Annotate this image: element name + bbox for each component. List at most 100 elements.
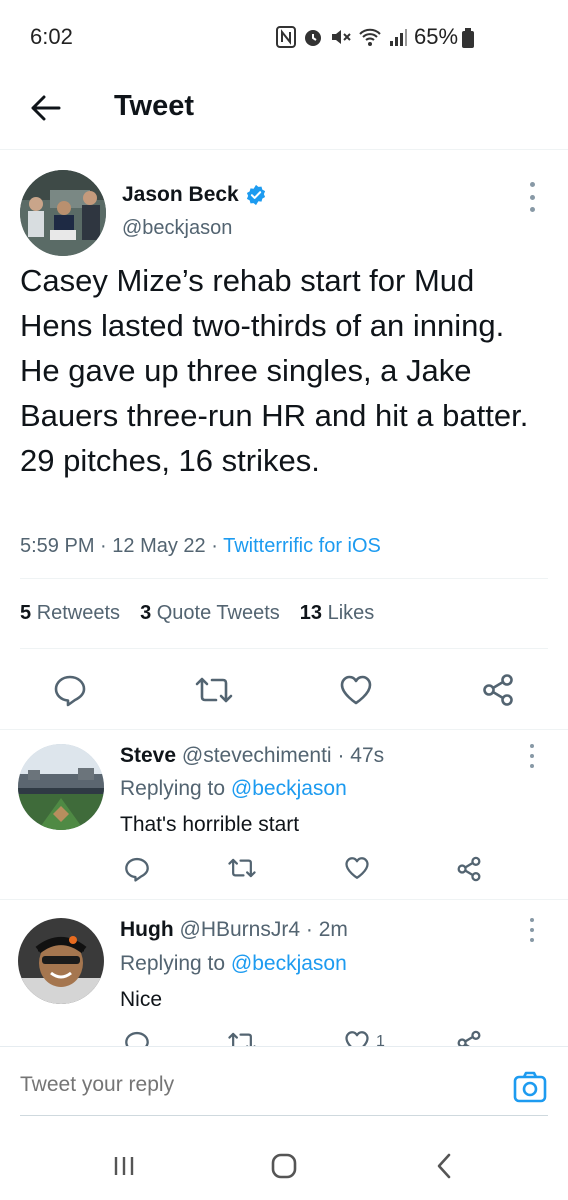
share-icon <box>483 674 513 706</box>
replying-to-handle[interactable]: @beckjason <box>231 952 347 975</box>
top-header: Tweet <box>0 70 568 150</box>
camera-button[interactable] <box>512 1069 548 1105</box>
reply-button[interactable] <box>124 1030 150 1046</box>
more-vertical-icon[interactable] <box>524 918 540 942</box>
author-name[interactable]: Jason Beck <box>122 183 267 207</box>
replying-to-prefix: Replying to <box>120 952 226 975</box>
share-icon <box>457 1030 481 1046</box>
retweet-button[interactable] <box>228 1030 256 1046</box>
main-tweet: Jason Beck @beckjason Casey Mize’s rehab… <box>0 150 568 730</box>
reply-author-name[interactable]: Steve <box>120 744 176 767</box>
heart-icon <box>340 675 372 705</box>
retweet-icon <box>228 858 256 878</box>
reply-avatar[interactable] <box>18 744 104 830</box>
status-time: 6:02 <box>30 24 73 49</box>
battery-icon <box>462 28 474 48</box>
more-vertical-icon[interactable] <box>524 744 540 768</box>
verified-badge-icon <box>246 184 265 206</box>
reply-icon <box>54 675 86 707</box>
reply-button[interactable] <box>48 668 92 712</box>
reply-composer <box>0 1046 568 1126</box>
composer-underline <box>20 1115 548 1116</box>
quotes-stat[interactable]: 3 Quote Tweets <box>140 602 280 625</box>
retweets-stat[interactable]: 5 Retweets <box>20 602 120 625</box>
share-button[interactable] <box>476 668 520 712</box>
retweet-icon <box>195 677 233 703</box>
page-title: Tweet <box>114 90 195 122</box>
quotes-count: 3 <box>140 602 152 624</box>
share-button[interactable] <box>456 1030 482 1046</box>
mute-icon <box>332 30 351 44</box>
like-button[interactable] <box>334 668 378 712</box>
tweet-meta: 5:59 PM · 12 May 22 · Twitterrific for i… <box>20 535 381 558</box>
tweet-date: 12 May 22 <box>112 535 206 557</box>
reply-avatar[interactable] <box>18 918 104 1004</box>
like-button[interactable] <box>344 856 376 880</box>
like-button[interactable]: 1 <box>344 1030 385 1046</box>
replying-to-handle[interactable]: @beckjason <box>231 777 347 800</box>
avatar-image <box>20 170 106 256</box>
reply-author-handle[interactable]: @HBurnsJr4 <box>180 918 301 941</box>
reply-action-bar <box>120 856 490 886</box>
share-icon <box>457 856 481 882</box>
home-icon <box>271 1153 297 1179</box>
retweet-button[interactable] <box>192 668 236 712</box>
system-nav-bar <box>0 1126 568 1200</box>
chevron-left-icon <box>437 1153 451 1179</box>
wifi-icon <box>359 28 381 46</box>
more-vertical-icon[interactable] <box>522 182 542 212</box>
alarm-icon <box>305 30 321 46</box>
reply-input[interactable] <box>20 1073 480 1097</box>
reply-button[interactable] <box>124 856 150 882</box>
likes-count: 13 <box>299 602 323 624</box>
retweet-icon <box>228 1032 256 1046</box>
status-icons <box>276 26 408 48</box>
likes-stat[interactable]: 13 Likes <box>300 602 375 625</box>
meta-separator: · <box>211 535 224 557</box>
retweet-button[interactable] <box>228 856 256 880</box>
reply-author-handle[interactable]: @stevechimenti <box>182 744 332 767</box>
meta-separator: · <box>100 535 113 557</box>
reply-text: Nice <box>120 988 163 1011</box>
arrow-left-icon <box>31 95 61 121</box>
retweets-label: Retweets <box>36 602 121 624</box>
replying-to: Replying to @beckjason <box>120 777 347 801</box>
like-count: 1 <box>376 1033 385 1046</box>
heart-icon <box>345 1031 369 1046</box>
heart-icon <box>345 857 369 879</box>
likes-label: Likes <box>327 602 375 624</box>
share-button[interactable] <box>456 856 482 882</box>
tweet-client-link[interactable]: Twitterrific for iOS <box>223 535 381 557</box>
author-avatar[interactable] <box>20 170 106 256</box>
tweet-action-bar <box>0 668 568 712</box>
recent-apps-button[interactable] <box>104 1146 144 1186</box>
replying-to: Replying to @beckjason <box>120 952 347 976</box>
home-button[interactable] <box>264 1146 304 1186</box>
author-handle[interactable]: @beckjason <box>122 217 232 240</box>
tweet-stats: 5 Retweets 3 Quote Tweets 13 Likes <box>20 602 374 625</box>
reply-age: 47s <box>350 744 385 767</box>
tweet-time: 5:59 PM <box>20 535 95 557</box>
quotes-label: Quote Tweets <box>156 602 280 624</box>
camera-icon <box>513 1071 547 1103</box>
divider <box>20 648 548 649</box>
system-back-button[interactable] <box>424 1146 464 1186</box>
tweet-text: Casey Mize’s rehab start for Mud Hens la… <box>20 263 529 478</box>
author-name-text: Jason Beck <box>122 183 239 206</box>
reply-age: 2m <box>318 918 348 941</box>
nfc-icon <box>276 26 296 48</box>
divider <box>20 578 548 579</box>
reply-text: That's horrible start <box>120 813 300 836</box>
avatar-image <box>18 744 104 830</box>
status-bar: 6:02 65% <box>0 0 568 70</box>
reply-tweet[interactable]: Hugh @HBurnsJr4 · 2m Replying to @beckja… <box>0 900 568 1046</box>
reply-icon <box>125 1031 149 1046</box>
meta-separator: · <box>337 744 351 767</box>
reply-icon <box>125 857 149 882</box>
reply-header: Hugh @HBurnsJr4 · 2m <box>120 918 348 942</box>
reply-tweet[interactable]: Steve @stevechimenti · 47s Replying to @… <box>0 730 568 900</box>
back-button[interactable] <box>26 88 66 128</box>
reply-author-name[interactable]: Hugh <box>120 918 174 941</box>
recent-apps-icon <box>114 1157 134 1175</box>
avatar-image <box>18 918 104 1004</box>
